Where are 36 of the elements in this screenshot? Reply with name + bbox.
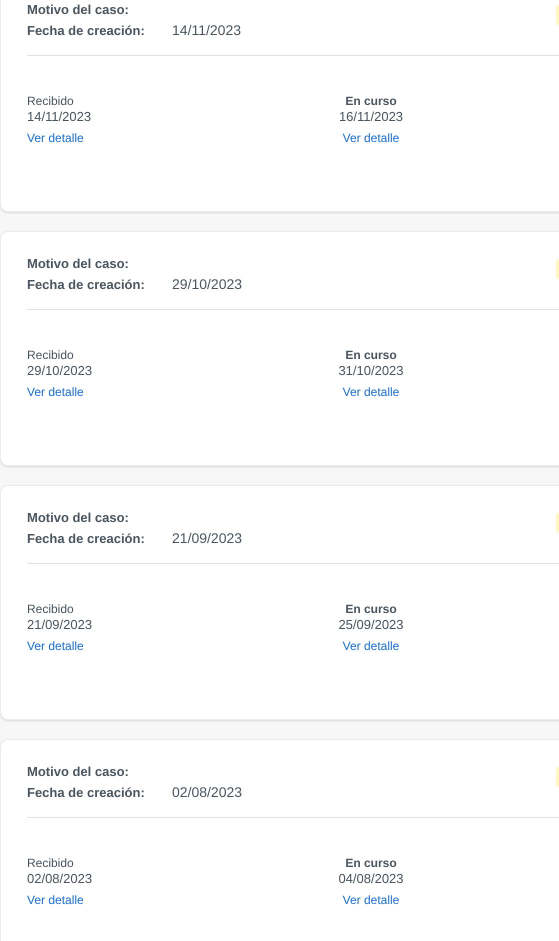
reason-label: Motivo del caso: (27, 255, 129, 273)
creation-date: 29/10/2023 (172, 275, 242, 294)
detail-link[interactable]: Ver detalle (342, 384, 400, 400)
creation-date: 02/08/2023 (172, 783, 242, 802)
step-date: 31/10/2023 (338, 363, 404, 379)
step-date: 14/11/2023 (27, 109, 92, 125)
creation-date-label: Fecha de creación: (27, 785, 145, 800)
step-date: 29/10/2023 (27, 363, 92, 379)
step-date: 16/11/2023 (338, 109, 404, 125)
step-label: Recibido (27, 94, 74, 109)
reason-label: Motivo del caso: (27, 509, 129, 527)
detail-link[interactable]: Ver detalle (342, 130, 400, 146)
step-label: Recibido (27, 602, 74, 617)
step-label: En curso (345, 856, 397, 871)
step-label: Recibido (27, 348, 74, 363)
step-date: 25/09/2023 (338, 617, 404, 633)
detail-link[interactable]: Ver detalle (27, 638, 84, 654)
detail-link[interactable]: Ver detalle (342, 638, 400, 654)
reason-label: Motivo del caso: (27, 1, 129, 19)
step-label: En curso (345, 602, 397, 617)
reason-label: Motivo del caso: (27, 763, 129, 781)
step-label: Recibido (27, 856, 74, 871)
creation-date: 21/09/2023 (172, 529, 242, 548)
detail-link[interactable]: Ver detalle (342, 892, 400, 908)
step-date: 04/08/2023 (338, 871, 404, 887)
detail-link[interactable]: Ver detalle (27, 130, 84, 146)
detail-link[interactable]: Ver detalle (27, 384, 84, 400)
step-label: En curso (345, 94, 397, 109)
creation-date-label: Fecha de creación: (27, 531, 145, 546)
creation-date: 14/11/2023 (172, 21, 242, 40)
step-label: En curso (345, 348, 397, 363)
creation-date-label: Fecha de creación: (27, 277, 145, 292)
step-date: 21/09/2023 (27, 617, 92, 633)
creation-date-label: Fecha de creación: (27, 23, 145, 38)
detail-link[interactable]: Ver detalle (27, 892, 84, 908)
step-date: 02/08/2023 (27, 871, 92, 887)
